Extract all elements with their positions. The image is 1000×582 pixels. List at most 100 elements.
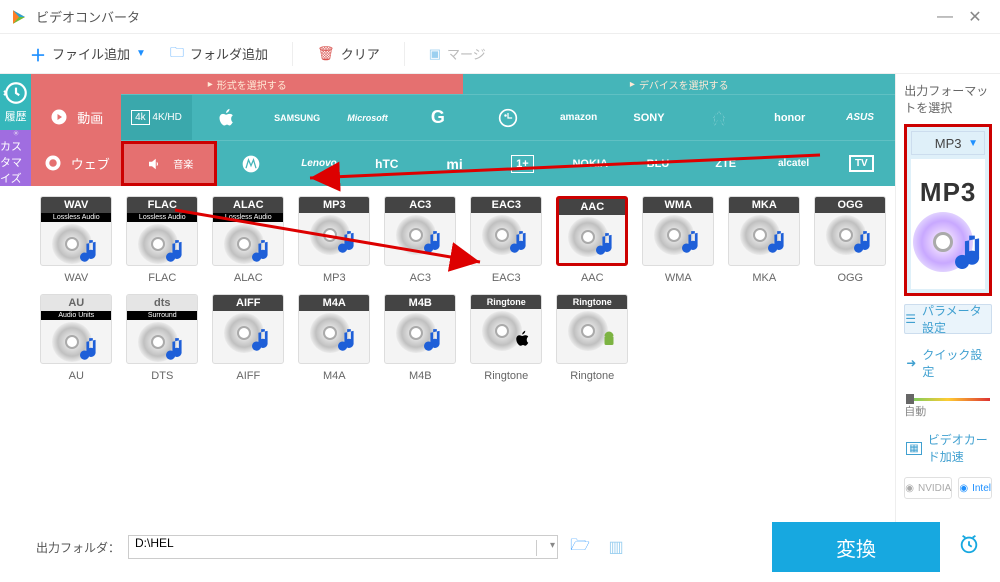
huawei-icon bbox=[709, 108, 729, 128]
brand-blu[interactable]: BLU bbox=[624, 158, 692, 170]
format-label: AC3 bbox=[410, 272, 431, 284]
add-file-button[interactable]: ＋ ファイル追加 ▼ bbox=[30, 42, 146, 66]
chrome-icon bbox=[43, 153, 63, 173]
convert-button[interactable]: 変換 bbox=[772, 522, 940, 572]
brand-asus[interactable]: ASUS bbox=[825, 112, 895, 123]
format-ringtone[interactable]: RingtoneRingtone bbox=[553, 294, 631, 382]
format-mka[interactable]: MKAMKA bbox=[725, 196, 803, 284]
output-format-select[interactable]: MP3 bbox=[911, 131, 985, 155]
category-4k[interactable]: 4k 4K/HD bbox=[121, 95, 191, 140]
brand-sony[interactable]: SONY bbox=[614, 112, 684, 124]
format-aiff[interactable]: AIFFAIFF bbox=[209, 294, 287, 382]
gpu-acceleration-link[interactable]: ▦ ビデオカード加速 bbox=[904, 427, 992, 469]
format-m4a[interactable]: M4AM4A bbox=[295, 294, 373, 382]
chevron-down-icon: ▼ bbox=[136, 48, 146, 59]
format-flac[interactable]: FLACLossless AudioFLAC bbox=[123, 196, 201, 284]
brand-xiaomi[interactable]: mi bbox=[421, 156, 489, 172]
category-video[interactable]: 動画 bbox=[31, 94, 121, 140]
merge-icon: ▣ bbox=[429, 46, 441, 62]
options-button[interactable]: ▥ bbox=[602, 533, 630, 561]
history-icon bbox=[3, 80, 29, 106]
format-label: DTS bbox=[151, 370, 173, 382]
category-web[interactable]: ウェブ bbox=[31, 140, 121, 186]
separator bbox=[292, 42, 293, 66]
add-file-label: ファイル追加 bbox=[52, 44, 130, 63]
plus-icon: ＋ bbox=[30, 42, 46, 66]
brand-motorola[interactable] bbox=[217, 154, 285, 174]
folder-plus-icon: 🗀 bbox=[170, 42, 184, 66]
chip-icon: ▦ bbox=[906, 442, 921, 455]
brand-apple[interactable] bbox=[192, 108, 262, 128]
tabs-header: ▸ 形式を選択する ▸ デバイスを選択する bbox=[31, 74, 895, 94]
brand-alcatel[interactable]: alcatel bbox=[760, 158, 828, 169]
quick-settings-link[interactable]: ➜ クイック設定 bbox=[904, 342, 992, 384]
clear-label: クリア bbox=[341, 44, 380, 63]
format-mp3[interactable]: MP3MP3 bbox=[295, 196, 373, 284]
format-ac3[interactable]: AC3AC3 bbox=[381, 196, 459, 284]
output-folder-label: 出力フォルダ： bbox=[36, 539, 120, 556]
apple-icon bbox=[217, 108, 237, 128]
brand-samsung[interactable]: SAMSUNG bbox=[262, 113, 332, 123]
format-label: ALAC bbox=[234, 272, 263, 284]
output-folder-input[interactable]: D:\HEL ▾ bbox=[128, 535, 558, 559]
open-folder-button[interactable]: 🗁 bbox=[566, 533, 594, 561]
format-ringtone[interactable]: RingtoneRingtone bbox=[467, 294, 545, 382]
brand-huawei[interactable] bbox=[684, 108, 754, 128]
format-eac3[interactable]: EAC3EAC3 bbox=[467, 196, 545, 284]
customize-button[interactable]: カスタマイズ bbox=[0, 130, 31, 186]
slider-auto-label: 自動 bbox=[904, 403, 992, 419]
format-au[interactable]: AUAudio UnitsAU bbox=[37, 294, 115, 382]
brand-htc[interactable]: hTC bbox=[353, 157, 421, 171]
clear-button[interactable]: 🗑 クリア bbox=[317, 44, 380, 63]
format-dts[interactable]: dtsSurroundDTS bbox=[123, 294, 201, 382]
format-label: OGG bbox=[837, 272, 863, 284]
brand-nokia[interactable]: NOKIA bbox=[556, 158, 624, 170]
sliders-icon: ☰ bbox=[905, 312, 916, 326]
arrow-icon: ➜ bbox=[906, 356, 916, 370]
folder-open-icon: 🗁 bbox=[570, 534, 590, 561]
format-alac[interactable]: ALACLossless AudioALAC bbox=[209, 196, 287, 284]
alarm-button[interactable] bbox=[958, 533, 980, 560]
brand-tv[interactable]: TV bbox=[827, 155, 895, 172]
add-folder-button[interactable]: 🗀 フォルダ追加 bbox=[170, 42, 268, 66]
close-button[interactable]: ✕ bbox=[960, 7, 990, 27]
brand-amazon[interactable]: amazon bbox=[543, 112, 613, 123]
music-note-icon bbox=[955, 232, 989, 276]
quality-slider[interactable]: 自動 bbox=[904, 392, 992, 419]
category-music[interactable]: 音楽 bbox=[121, 141, 217, 186]
format-label: AU bbox=[69, 370, 84, 382]
format-row-1: WAVLossless AudioWAVFLACLossless AudioFL… bbox=[37, 196, 889, 284]
minimize-button[interactable]: — bbox=[930, 7, 960, 27]
output-format-caption: 出力フォーマットを選択 bbox=[904, 82, 992, 116]
brand-microsoft[interactable]: Microsoft bbox=[332, 113, 402, 123]
format-m4b[interactable]: M4BM4B bbox=[381, 294, 459, 382]
format-wav[interactable]: WAVLossless AudioWAV bbox=[37, 196, 115, 284]
brand-row-1: 4k 4K/HD SAMSUNG Microsoft G amazon SONY… bbox=[121, 94, 895, 140]
center-panel: ▸ 形式を選択する ▸ デバイスを選択する 動画 ウェブ 4k 4K/HD SA… bbox=[31, 74, 895, 522]
brand-lg[interactable] bbox=[473, 108, 543, 128]
app-logo-icon bbox=[10, 8, 28, 26]
tab-format[interactable]: ▸ 形式を選択する bbox=[31, 74, 463, 94]
motorola-icon bbox=[241, 154, 261, 174]
format-label: Ringtone bbox=[484, 370, 528, 382]
format-aac[interactable]: AACAAC bbox=[553, 196, 631, 284]
brand-google[interactable]: G bbox=[403, 107, 473, 128]
customize-label: カスタマイズ bbox=[0, 138, 31, 186]
format-wma[interactable]: WMAWMA bbox=[639, 196, 717, 284]
tab-device[interactable]: ▸ デバイスを選択する bbox=[463, 74, 895, 94]
brand-row-2: 音楽 Lenovo hTC mi 1+ NOKIA BLU ZTE alcate… bbox=[121, 140, 895, 186]
history-label: 履歴 bbox=[5, 108, 27, 124]
brand-lenovo[interactable]: Lenovo bbox=[285, 158, 353, 169]
format-label: WAV bbox=[64, 272, 88, 284]
brand-honor[interactable]: honor bbox=[755, 112, 825, 124]
gpu-badges: ◉ NVIDIA ◉ Intel bbox=[904, 477, 992, 499]
format-label: Ringtone bbox=[570, 370, 614, 382]
parameter-settings-button[interactable]: ☰ パラメータ設定 bbox=[904, 304, 992, 334]
merge-button[interactable]: ▣ マージ bbox=[429, 44, 486, 63]
alarm-clock-icon bbox=[958, 533, 980, 555]
brand-zte[interactable]: ZTE bbox=[692, 158, 760, 170]
trash-icon: 🗑 bbox=[317, 45, 335, 62]
brand-oneplus[interactable]: 1+ bbox=[488, 155, 556, 173]
format-ogg[interactable]: OGGOGG bbox=[811, 196, 889, 284]
history-button[interactable]: 履歴 bbox=[0, 74, 31, 130]
